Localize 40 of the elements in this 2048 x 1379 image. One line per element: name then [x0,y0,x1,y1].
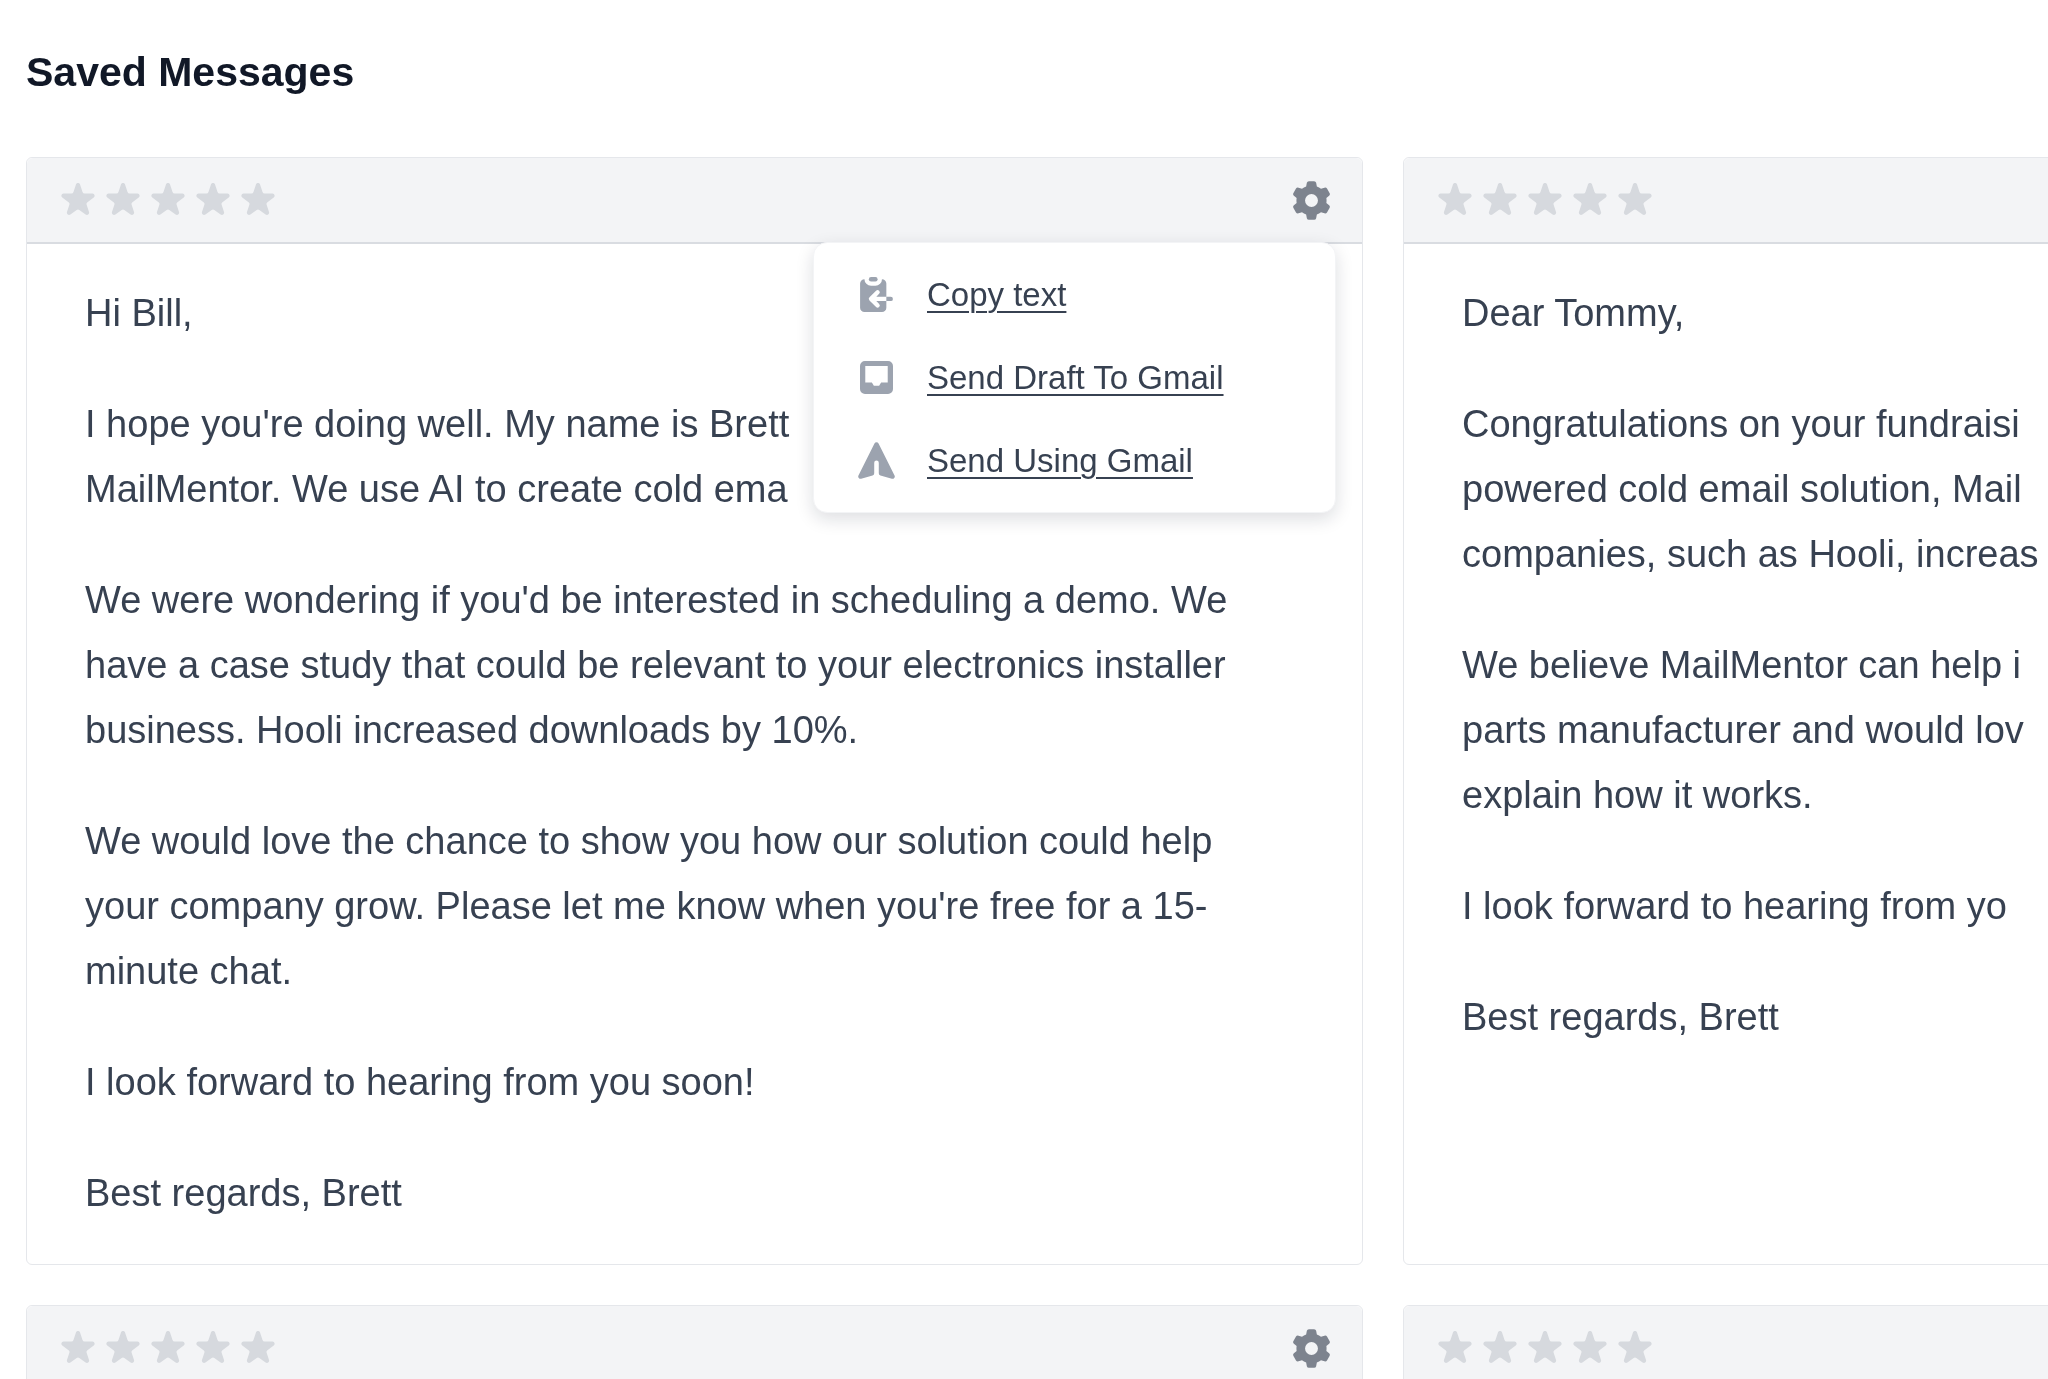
star-icon[interactable] [196,183,230,217]
star-icon[interactable] [1573,1331,1607,1365]
message-paragraph: We would love the chance to show you how our solution could help your company grow. Please let me know when you're free for a 15- minute chat. [85,819,1213,994]
inbox-icon [860,361,893,394]
star-icon[interactable] [151,1331,185,1365]
star-icon[interactable] [1528,1331,1562,1365]
message-paragraph: Best regards, Brett [85,1171,402,1216]
star-icon[interactable] [1618,1331,1652,1365]
page-title: Saved Messages [26,48,355,97]
star-icon[interactable] [106,1331,140,1365]
message-paragraph: I look forward to hearing from you soon! [85,1060,755,1105]
star-icon[interactable] [1618,183,1652,217]
menu-link[interactable]: Send Draft To Gmail [927,357,1224,398]
settings-icon[interactable] [1293,180,1330,220]
message-paragraph: Dear Tommy, [1462,291,1685,336]
star-icon[interactable] [151,183,185,217]
clipboard-arrow-icon [860,277,893,312]
message-paragraph: Best regards, Brett [1462,995,1779,1040]
message-paragraph: We were wondering if you'd be interested in scheduling a demo. We have a case study that could be relevant to your electronics installer business. Hooli increased downloads by 10%. [85,578,1228,753]
star-icon[interactable] [61,1331,95,1365]
star-icon[interactable] [196,1331,230,1365]
star-icon[interactable] [241,1331,275,1365]
message-paragraph: I hope you're doing well. My name is Brett MailMentor. We use AI to create cold ema [85,402,790,512]
star-icon[interactable] [1483,1331,1517,1365]
message-paragraph: Hi Bill, [85,291,193,336]
star-icon[interactable] [1438,183,1472,217]
paper-plane-icon [858,442,895,479]
star-icon[interactable] [106,183,140,217]
message-paragraph: I look forward to hearing from yo [1462,884,2007,929]
menu-link[interactable]: Send Using Gmail [927,440,1193,481]
message-paragraph: We believe MailMentor can help i parts manufacturer and would lov explain how it works. [1462,643,2024,818]
star-icon[interactable] [241,183,275,217]
star-icon[interactable] [1573,183,1607,217]
star-icon[interactable] [61,183,95,217]
message-paragraph: Congratulations on your fundraisi powered cold email solution, Mail companies, such as Hooli, increas [1462,402,2039,577]
star-icon[interactable] [1528,183,1562,217]
star-icon[interactable] [1438,1331,1472,1365]
settings-icon[interactable] [1293,1328,1330,1368]
star-icon[interactable] [1483,183,1517,217]
menu-link[interactable]: Copy text [927,274,1067,315]
